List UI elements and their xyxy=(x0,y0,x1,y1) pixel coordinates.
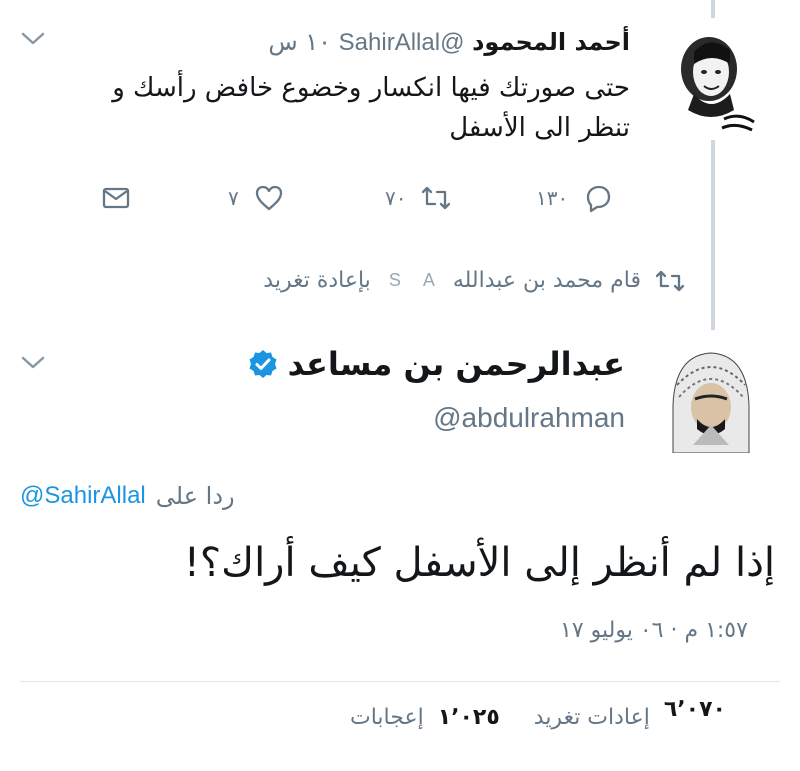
heart-icon xyxy=(253,182,285,214)
likes-count[interactable]: ١٬٠٢٥ xyxy=(438,705,500,730)
reply-to-prefix: ردا على xyxy=(155,482,235,510)
direct-message-button[interactable] xyxy=(100,178,132,218)
main-author-handle[interactable]: @abdulrahman xyxy=(433,402,625,434)
like-count: ٧ xyxy=(228,186,239,210)
reply-button[interactable]: ١٣٠ xyxy=(536,178,614,218)
retweet-notice: قام محمد بن عبدالله A S بإعادة تغريد xyxy=(263,268,685,293)
tweet-stats: إعجابات ١٬٠٢٥ إعادات تغريد ٦٬٠٧٠ xyxy=(350,697,726,730)
retweet-count: ٧٠ xyxy=(385,186,407,210)
thread-connector xyxy=(711,140,715,330)
avatar[interactable] xyxy=(664,24,760,134)
retweet-icon xyxy=(420,182,452,214)
likes-label[interactable]: إعجابات xyxy=(350,705,424,730)
divider xyxy=(20,681,780,682)
main-author-name[interactable]: عبدالرحمن بن مساعد xyxy=(288,345,625,383)
envelope-icon xyxy=(100,182,132,214)
like-button[interactable]: ٧ xyxy=(228,178,285,218)
reply-count: ١٣٠ xyxy=(536,186,569,210)
retweets-count[interactable]: ٦٬٠٧٠ xyxy=(664,697,726,722)
reply-context: @SahirAllal ردا على xyxy=(20,482,235,510)
tweet-menu-chevron-icon[interactable] xyxy=(20,354,46,372)
parent-author-name[interactable]: أحمد المحمود xyxy=(472,28,630,56)
main-tweet-text: إذا لم أنظر إلى الأسفل كيف أراك؟! xyxy=(183,540,775,586)
retweeter-mark-a: A xyxy=(422,270,435,290)
parent-tweet-header: أحمد المحمود @SahirAllal ١٠ س xyxy=(268,28,630,57)
retweeter-mark-s: S xyxy=(388,270,401,290)
parent-tweet-text: حتى صورتك فيها انكسار وخضوع خافض رأسك و … xyxy=(112,73,630,143)
tweet-timestamp[interactable]: ١:٥٧ م · ٠٦ يوليو ١٧ xyxy=(560,618,748,643)
reply-to-handle-link[interactable]: @SahirAllal xyxy=(20,482,146,510)
reply-icon xyxy=(582,182,614,214)
parent-tweet-time[interactable]: ١٠ س xyxy=(268,28,331,56)
retweets-label[interactable]: إعادات تغريد xyxy=(534,705,650,730)
thread-connector-top xyxy=(711,0,715,18)
retweet-button[interactable]: ٧٠ xyxy=(385,178,452,218)
retweet-notice-suffix: بإعادة تغريد xyxy=(263,268,371,293)
retweet-icon xyxy=(655,269,685,293)
main-author: عبدالرحمن بن مساعد xyxy=(248,345,625,383)
verified-badge-icon xyxy=(248,349,278,379)
retweeter-name[interactable]: قام محمد بن عبدالله xyxy=(453,268,641,293)
tweet-menu-chevron-icon[interactable] xyxy=(20,30,46,48)
avatar[interactable] xyxy=(665,345,757,453)
parent-author-handle[interactable]: @SahirAllal xyxy=(339,29,465,56)
